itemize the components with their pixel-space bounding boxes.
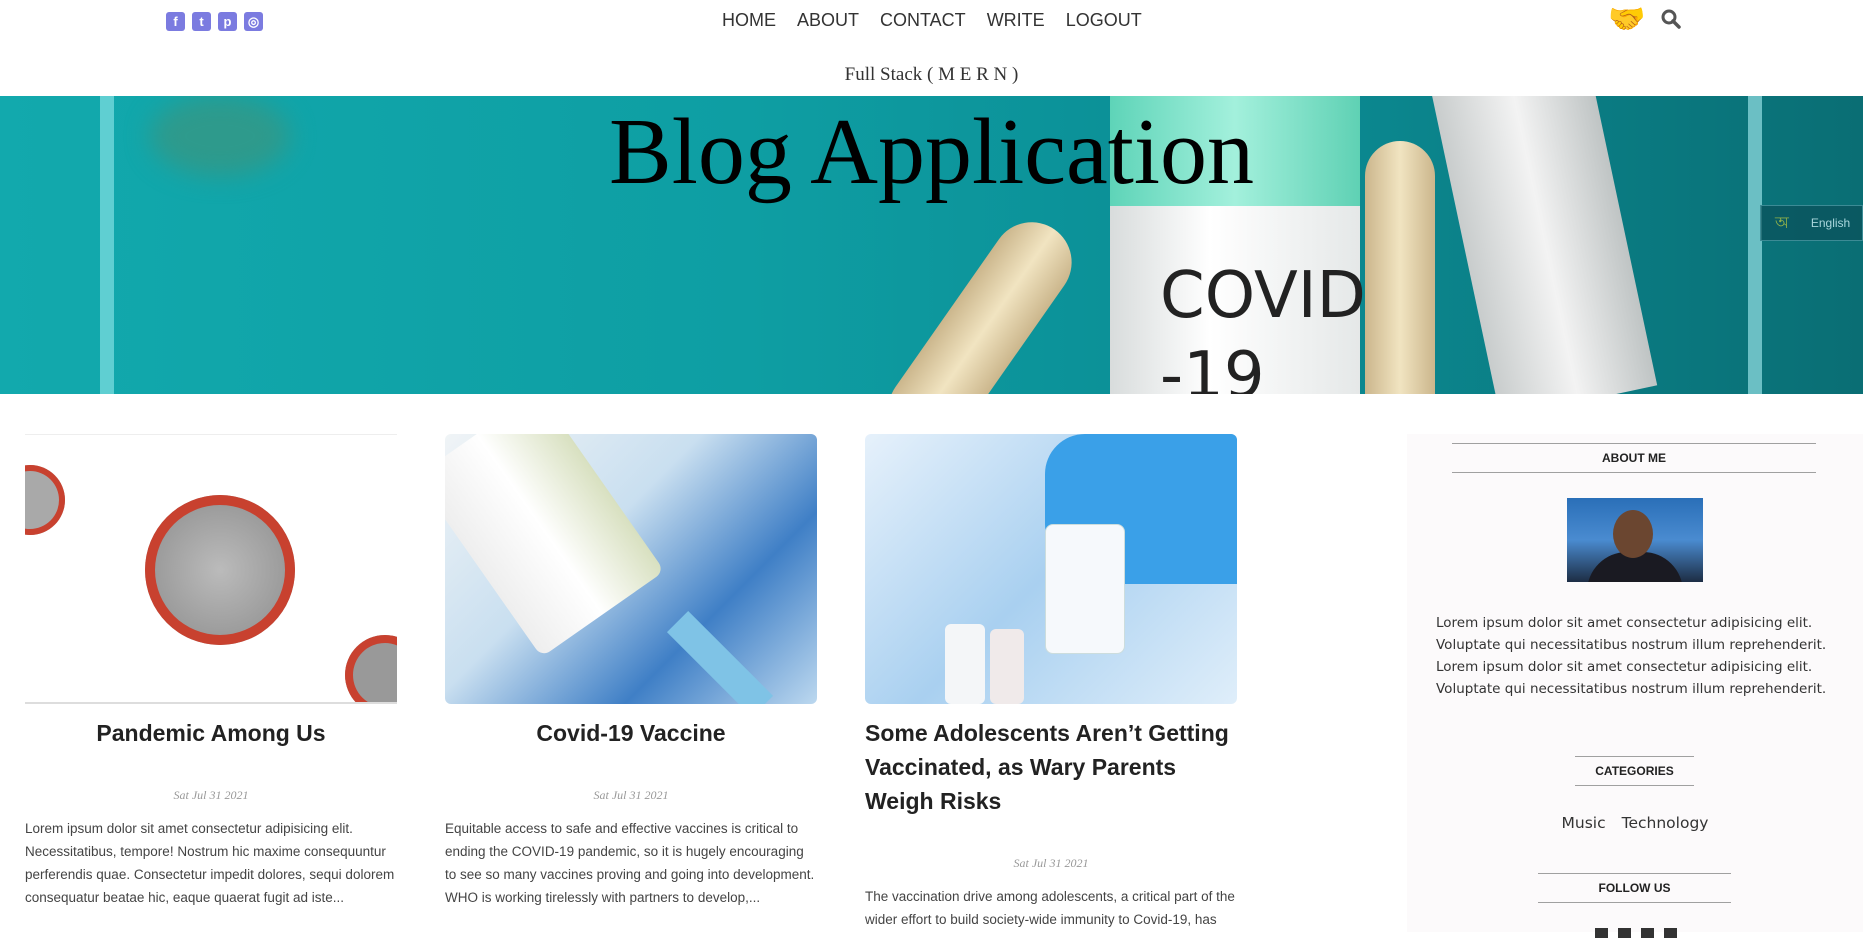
vial-label: COVID -19 bbox=[1160, 259, 1366, 394]
nav-contact[interactable]: CONTACT bbox=[880, 10, 966, 31]
post-title[interactable]: Some Adolescents Aren’t Getting Vaccinat… bbox=[865, 716, 1237, 818]
language-selector[interactable]: অ English bbox=[1760, 205, 1863, 241]
category-music[interactable]: Music bbox=[1562, 814, 1606, 832]
social-links: f t p ◎ bbox=[166, 12, 263, 31]
about-heading: ABOUT ME bbox=[1452, 443, 1816, 473]
post-title[interactable]: Pandemic Among Us bbox=[25, 716, 397, 750]
nav-write[interactable]: WRITE bbox=[987, 10, 1045, 31]
follow-icons bbox=[1595, 928, 1677, 938]
category-technology[interactable]: Technology bbox=[1622, 814, 1709, 832]
handshake-avatar-icon[interactable]: 🤝 bbox=[1608, 2, 1645, 37]
follow-heading: FOLLOW US bbox=[1538, 873, 1731, 903]
post-card[interactable]: Pandemic Among Us Sat Jul 31 2021 Lorem … bbox=[25, 434, 397, 909]
post-image[interactable] bbox=[445, 434, 817, 704]
post-card[interactable]: Some Adolescents Aren’t Getting Vaccinat… bbox=[865, 434, 1237, 931]
hero-title: Blog Application bbox=[609, 100, 1254, 204]
facebook-icon[interactable] bbox=[1595, 928, 1608, 938]
post-image[interactable] bbox=[865, 434, 1237, 704]
tagline: Full Stack ( M E R N ) bbox=[844, 64, 1019, 85]
about-text: Lorem ipsum dolor sit amet consectetur a… bbox=[1436, 615, 1827, 697]
main-nav: HOME ABOUT CONTACT WRITE LOGOUT bbox=[722, 10, 1142, 31]
nav-about[interactable]: ABOUT bbox=[797, 10, 859, 31]
facebook-icon[interactable]: f bbox=[166, 12, 185, 31]
language-glyph: অ bbox=[1775, 214, 1789, 232]
instagram-icon[interactable] bbox=[1664, 928, 1677, 938]
pinterest-icon[interactable]: p bbox=[218, 12, 237, 31]
pinterest-icon[interactable] bbox=[1641, 928, 1654, 938]
post-excerpt: Lorem ipsum dolor sit amet consectetur a… bbox=[25, 821, 395, 905]
twitter-icon[interactable] bbox=[1618, 928, 1631, 938]
post-card[interactable]: Covid-19 Vaccine Sat Jul 31 2021 Equitab… bbox=[445, 434, 817, 909]
category-list: Music Technology bbox=[1407, 814, 1863, 832]
search-icon[interactable] bbox=[1660, 8, 1682, 30]
post-date: Sat Jul 31 2021 bbox=[173, 788, 249, 802]
about-photo bbox=[1567, 498, 1703, 582]
post-excerpt: Equitable access to safe and effective v… bbox=[445, 821, 815, 905]
post-excerpt: The vaccination drive among adolescents,… bbox=[865, 889, 1235, 927]
sidebar: ABOUT ME Lorem ipsum dolor sit amet cons… bbox=[1407, 434, 1863, 938]
nav-logout[interactable]: LOGOUT bbox=[1066, 10, 1142, 31]
nav-home[interactable]: HOME bbox=[722, 10, 776, 31]
language-label: English bbox=[1810, 216, 1851, 230]
post-image[interactable] bbox=[25, 434, 397, 704]
post-date: Sat Jul 31 2021 bbox=[593, 788, 669, 802]
categories-heading: CATEGORIES bbox=[1575, 756, 1694, 786]
twitter-icon[interactable]: t bbox=[192, 12, 211, 31]
post-title[interactable]: Covid-19 Vaccine bbox=[445, 716, 817, 750]
post-date: Sat Jul 31 2021 bbox=[1013, 856, 1089, 870]
instagram-icon[interactable]: ◎ bbox=[244, 12, 263, 31]
